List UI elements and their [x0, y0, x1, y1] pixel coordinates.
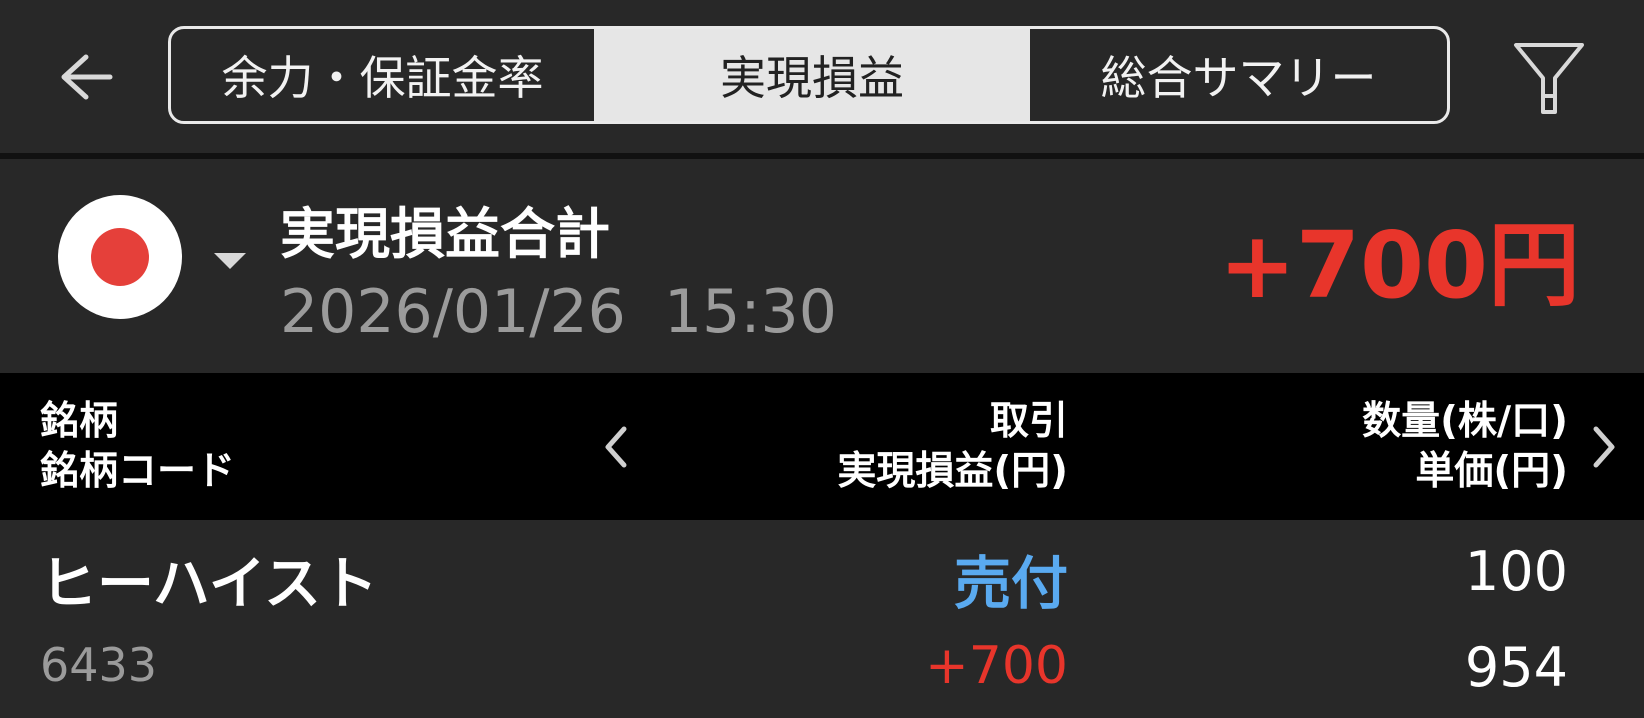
quantity-value: 100: [1464, 540, 1568, 603]
back-button[interactable]: [50, 45, 122, 109]
trade-type: 売付: [954, 551, 1068, 617]
realized-pnl-summary: 実現損益合計 2026/01/26 15:30 +700円: [0, 159, 1644, 373]
japan-flag-icon: [58, 195, 182, 319]
stock-name: ヒーハイスト: [40, 551, 379, 617]
summary-title: 実現損益合計: [280, 202, 611, 266]
market-selector[interactable]: [56, 195, 256, 325]
tab-margin-ratio[interactable]: 余力・保証金率: [171, 29, 594, 121]
app-screen: 余力・保証金率 実現損益 総合サマリー 実現損益合計 2026/01/26 15…: [0, 0, 1644, 718]
summary-total-value: +700円: [1218, 212, 1580, 319]
column-header-label: 銘柄コード: [40, 449, 236, 494]
flag-sun: [91, 228, 149, 286]
column-header-label: 数量(株/口): [1362, 399, 1568, 444]
realized-pnl-value: +700: [925, 636, 1068, 696]
column-header-label: 単価(円): [1415, 449, 1568, 494]
unit-price-value: 954: [1464, 636, 1568, 699]
filter-icon: [1514, 43, 1584, 114]
table-header: 銘柄 銘柄コード 取引 実現損益(円) 数量(株/口) 単価(円): [0, 373, 1644, 520]
tab-realized-pnl[interactable]: 実現損益: [594, 29, 1030, 121]
dropdown-caret-icon: [214, 253, 246, 269]
column-header-label: 銘柄: [40, 399, 119, 444]
table-row[interactable]: ヒーハイスト 6433 売付 +700 100 954: [0, 520, 1644, 718]
segmented-tabs: 余力・保証金率 実現損益 総合サマリー: [168, 26, 1450, 124]
summary-datetime: 2026/01/26 15:30: [280, 277, 837, 347]
column-header-label: 実現損益(円): [837, 449, 1068, 494]
column-header-trade: 取引 実現損益(円): [837, 397, 1068, 497]
tab-overall-summary[interactable]: 総合サマリー: [1030, 29, 1447, 121]
filter-button[interactable]: [1508, 36, 1590, 120]
chevron-right-icon: [1593, 426, 1615, 468]
column-header-stock: 銘柄 銘柄コード: [40, 397, 235, 497]
next-column-button[interactable]: [1580, 417, 1630, 477]
arrow-left-icon: [61, 54, 113, 100]
column-header-label: 取引: [989, 399, 1068, 444]
chevron-left-icon: [605, 426, 627, 468]
stock-code: 6433: [40, 638, 158, 692]
top-bar: 余力・保証金率 実現損益 総合サマリー: [0, 0, 1644, 156]
previous-column-button[interactable]: [590, 417, 640, 477]
column-header-quantity: 数量(株/口) 単価(円): [1362, 397, 1568, 497]
